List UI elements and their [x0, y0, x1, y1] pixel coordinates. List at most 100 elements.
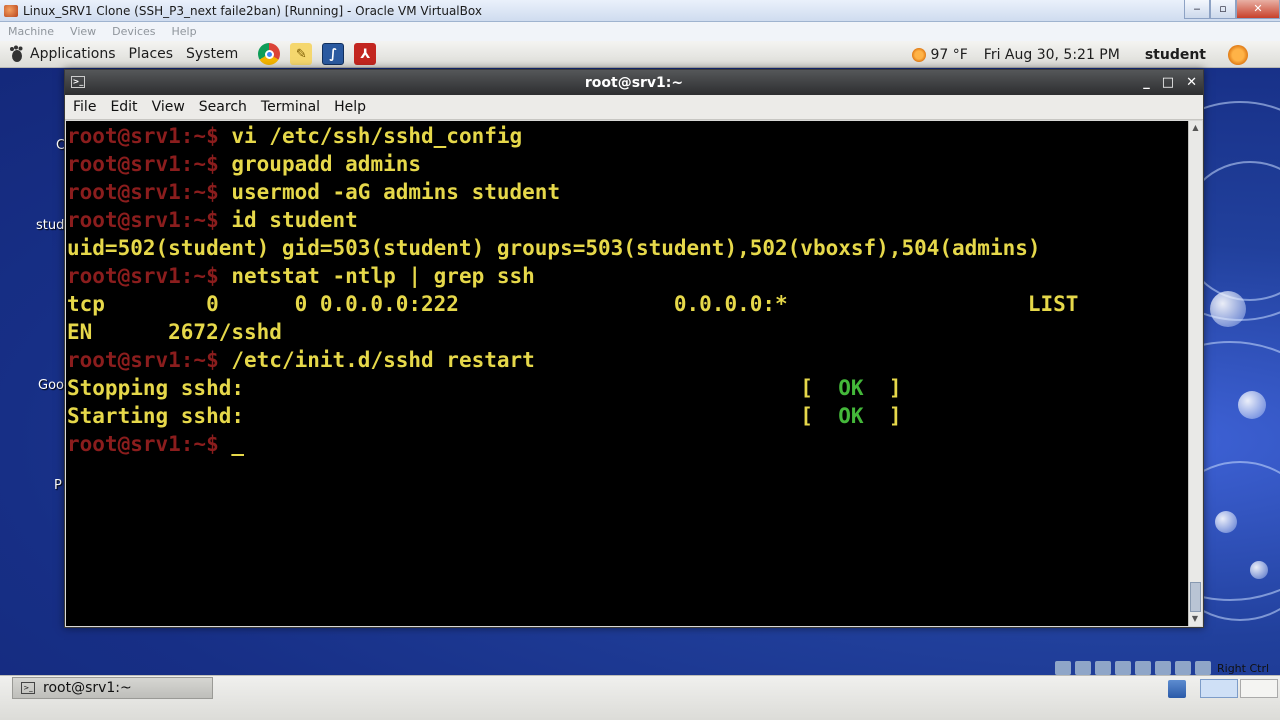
menu-terminal[interactable]: Terminal [261, 99, 320, 115]
command: netstat -ntlp | grep ssh [231, 264, 535, 288]
terminal-line: root@srv1:~$ netstat -ntlp | grep ssh [67, 262, 1188, 290]
terminal-menubar: File Edit View Search Terminal Help [65, 95, 1203, 120]
command-output: uid=502(student) gid=503(student) groups… [67, 236, 1041, 260]
notes-icon[interactable]: ✎ [290, 43, 313, 65]
command: groupadd admins [231, 152, 422, 176]
terminal-window[interactable]: >_ root@srv1:~ _ □ ✕ File Edit View Sear… [64, 69, 1204, 628]
taskbar-button-label: root@srv1:~ [43, 680, 132, 696]
desktop-label[interactable]: Goo [38, 378, 64, 393]
prompt: root@srv1:~$ [67, 124, 232, 148]
minimize-button[interactable]: ‒ [1184, 0, 1210, 19]
terminal-icon: >_ [71, 76, 85, 88]
menu-view[interactable]: View [70, 25, 96, 38]
terminal-line: root@srv1:~$ vi /etc/ssh/sshd_config [67, 122, 1188, 150]
terminal-line: Starting sshd: [ OK ] [67, 402, 1188, 430]
terminal-line: root@srv1:~$ usermod -aG admins student [67, 178, 1188, 206]
maximize-button[interactable]: ▫ [1210, 0, 1236, 19]
virtualbox-icon [4, 4, 18, 17]
scrollbar-thumb[interactable] [1190, 582, 1201, 612]
shared-folders-icon[interactable] [1115, 661, 1131, 675]
wallpaper-bubble [1238, 391, 1266, 419]
display-icon[interactable] [1155, 661, 1171, 675]
terminal-line: EN 2672/sshd [67, 318, 1188, 346]
hard-disk-icon[interactable] [1055, 661, 1071, 675]
command: usermod -aG admins student [231, 180, 561, 204]
user-name[interactable]: student [1145, 47, 1206, 63]
terminal-line: root@srv1:~$ _ [67, 430, 1188, 458]
host-window-title: Linux_SRV1 Clone (SSH_P3_next faile2ban)… [23, 3, 482, 18]
menu-places[interactable]: Places [129, 46, 174, 62]
workspace-2[interactable] [1240, 679, 1278, 698]
terminal-screen[interactable]: root@srv1:~$ vi /etc/ssh/sshd_config roo… [66, 121, 1188, 626]
wallpaper-bubble [1215, 511, 1237, 533]
terminal-line: uid=502(student) gid=503(student) groups… [67, 234, 1188, 262]
prompt: root@srv1:~$ [67, 152, 232, 176]
top-panel: Applications Places System ✎ ∫ ⅄ 97 °F F… [0, 41, 1280, 68]
prompt: root@srv1:~$ [67, 208, 232, 232]
text-cursor: _ [231, 432, 245, 456]
terminal-minimize-button[interactable]: _ [1143, 75, 1150, 90]
terminal-line: tcp 0 0 0.0.0.0:222 0.0.0.0:* LIST [67, 290, 1188, 318]
terminal-maximize-button[interactable]: □ [1162, 75, 1174, 90]
workspace-1[interactable] [1200, 679, 1238, 698]
menu-view[interactable]: View [152, 99, 185, 115]
command: /etc/init.d/sshd restart [231, 348, 535, 372]
terminal-title: root@srv1:~ [584, 74, 684, 91]
weather-temperature[interactable]: 97 °F [930, 47, 967, 63]
command-output: Starting sshd: [ [67, 404, 839, 428]
scroll-up-arrow-icon[interactable]: ▲ [1189, 121, 1202, 135]
menu-help[interactable]: Help [334, 99, 366, 115]
command-output: ] [863, 404, 902, 428]
usb-icon[interactable] [1095, 661, 1111, 675]
desktop-label[interactable]: stud [36, 218, 64, 233]
prompt: root@srv1:~$ [67, 432, 232, 456]
panel-spacer [1254, 41, 1280, 68]
prompt: root@srv1:~$ [67, 348, 232, 372]
close-button[interactable]: ✕ [1236, 0, 1280, 19]
menu-applications[interactable]: Applications [30, 46, 116, 62]
menu-edit[interactable]: Edit [110, 99, 137, 115]
trash-icon[interactable] [1168, 680, 1186, 698]
scroll-down-arrow-icon[interactable]: ▼ [1189, 612, 1201, 626]
wallpaper-bubble [1250, 561, 1268, 579]
host-key-label: Right Ctrl [1217, 661, 1270, 675]
host-key-icon[interactable] [1195, 661, 1211, 675]
taskbar-button-terminal[interactable]: >_ root@srv1:~ [12, 677, 213, 699]
terminal-line: root@srv1:~$ id student [67, 206, 1188, 234]
menu-machine[interactable]: Machine [8, 25, 54, 38]
terminal-scrollbar[interactable]: ▲ ▼ [1188, 121, 1202, 626]
command: vi /etc/ssh/sshd_config [231, 124, 523, 148]
menu-devices[interactable]: Devices [112, 25, 155, 38]
guest-desktop: Applications Places System ✎ ∫ ⅄ 97 °F F… [0, 41, 1280, 720]
chrome-icon[interactable] [258, 43, 281, 65]
terminal-titlebar[interactable]: >_ root@srv1:~ _ □ ✕ [65, 70, 1203, 95]
matlab-icon[interactable]: ∫ [322, 43, 345, 65]
terminal-line: Stopping sshd: [ OK ] [67, 374, 1188, 402]
prompt: root@srv1:~$ [67, 264, 232, 288]
optical-drive-icon[interactable] [1075, 661, 1091, 675]
network-icon[interactable] [1135, 661, 1151, 675]
host-menubar: Machine View Devices Help [0, 22, 1280, 41]
terminal-close-button[interactable]: ✕ [1186, 75, 1197, 90]
wallpaper-bubble [1210, 291, 1246, 327]
weather-icon [912, 47, 927, 62]
mouse-integration-icon[interactable] [1175, 661, 1191, 675]
host-window-titlebar: Linux_SRV1 Clone (SSH_P3_next faile2ban)… [0, 0, 1280, 22]
menu-file[interactable]: File [73, 99, 96, 115]
bottom-panel: >_ root@srv1:~ [0, 675, 1280, 720]
menu-help[interactable]: Help [172, 25, 197, 38]
terminal-line: root@srv1:~$ groupadd admins [67, 150, 1188, 178]
desktop-label[interactable]: P [54, 478, 62, 493]
command-output: Stopping sshd: [ [67, 376, 839, 400]
clock[interactable]: Fri Aug 30, 5:21 PM [984, 47, 1120, 63]
terminal-line: root@srv1:~$ /etc/init.d/sshd restart [67, 346, 1188, 374]
pdf-reader-icon[interactable]: ⅄ [354, 43, 377, 65]
command: id student [231, 208, 358, 232]
host-window-controls: ‒ ▫ ✕ [1184, 0, 1280, 20]
terminal-icon: >_ [21, 682, 35, 694]
menu-search[interactable]: Search [199, 99, 247, 115]
menu-system[interactable]: System [186, 46, 238, 62]
gnome-foot-icon [10, 45, 23, 62]
update-notifier-icon[interactable] [1228, 44, 1248, 65]
status-ok: OK [838, 404, 864, 428]
